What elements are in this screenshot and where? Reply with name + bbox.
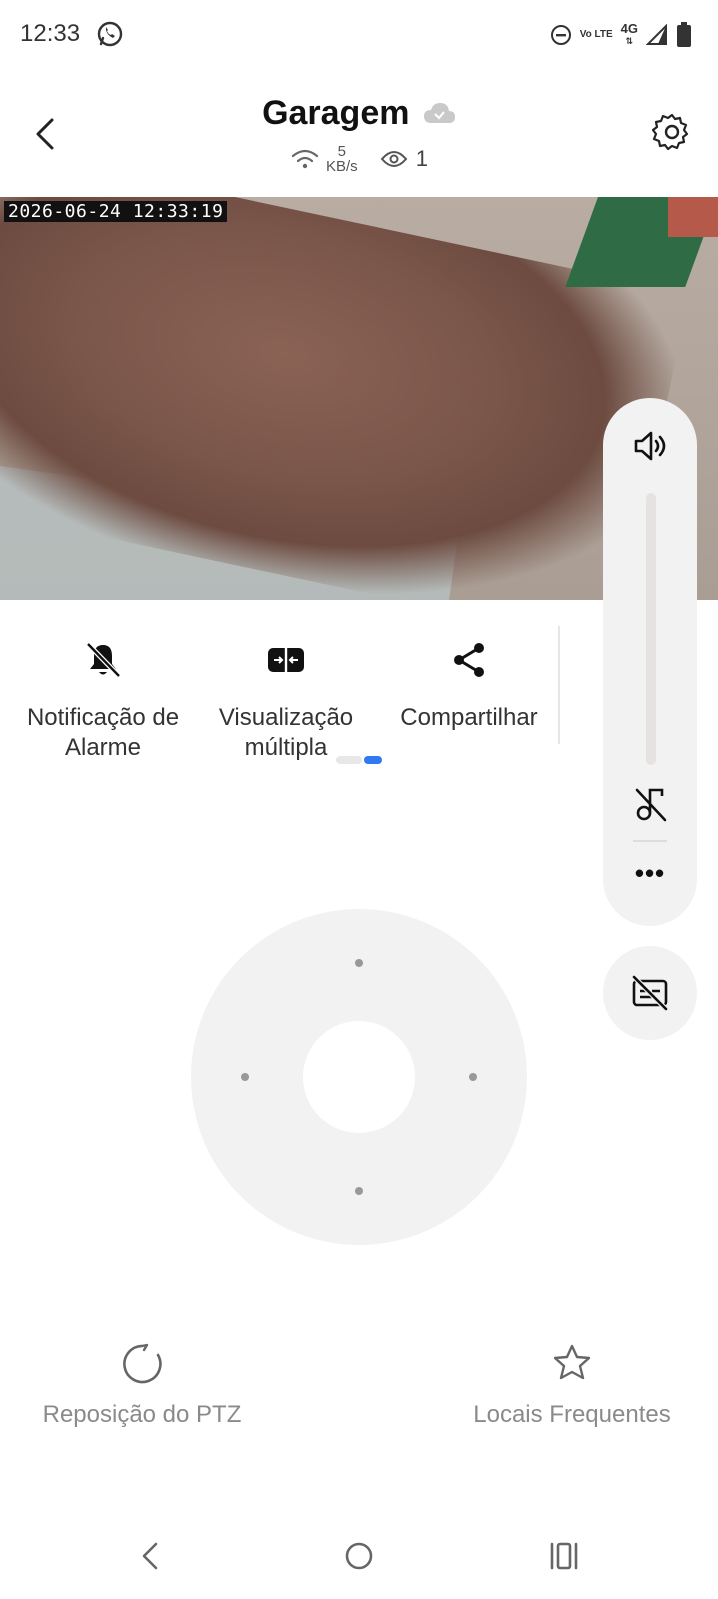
share-button[interactable]: Compartilhar <box>386 620 552 760</box>
action-divider <box>558 626 560 744</box>
nav-home-icon[interactable] <box>337 1534 381 1578</box>
stream-meta: 5 KB/s 1 <box>290 142 428 176</box>
whatsapp-icon <box>97 21 123 47</box>
camera-title: Garagem <box>262 94 410 132</box>
ptz-up-indicator <box>355 959 363 967</box>
alarm-notification-button[interactable]: Notificação de Alarme <box>8 620 198 760</box>
ptz-reset-label: Reposição do PTZ <box>42 1401 242 1428</box>
page-indicator-active <box>364 756 382 764</box>
signal-icon <box>646 24 667 45</box>
speaker-icon[interactable] <box>630 426 670 466</box>
ptz-left-indicator <box>241 1073 249 1081</box>
more-options-button[interactable]: ••• <box>627 858 673 888</box>
caption-toggle-button[interactable] <box>603 946 697 1040</box>
4g-icon: 4G ⇅ <box>620 21 638 46</box>
settings-gear-icon[interactable] <box>652 112 692 152</box>
video-timestamp: 2026-06-24 12:33:19 <box>4 201 228 222</box>
frequent-locations-label: Locais Frequentes <box>473 1401 671 1428</box>
split-view-icon <box>268 644 304 676</box>
volume-panel: ••• <box>603 398 697 926</box>
frequent-locations-button[interactable]: Locais Frequentes <box>462 1342 682 1429</box>
camera-title-group: Garagem <box>0 94 718 133</box>
nav-back-icon[interactable] <box>130 1534 174 1578</box>
nav-recents-icon[interactable] <box>542 1534 586 1578</box>
bell-off-icon <box>86 642 121 678</box>
cloud-check-icon[interactable] <box>422 101 456 127</box>
ptz-joystick-center[interactable] <box>303 1021 415 1133</box>
alarm-notification-label: Notificação de Alarme <box>26 704 180 760</box>
volume-slider[interactable] <box>646 493 656 765</box>
system-nav-bar <box>0 1520 718 1599</box>
caption-off-icon <box>632 975 668 1011</box>
battery-icon <box>677 22 691 47</box>
bitrate: 5 KB/s <box>326 143 358 175</box>
status-time: 12:33 <box>20 20 81 47</box>
multi-view-button[interactable]: Visualização múltipla <box>206 620 366 760</box>
ptz-down-indicator <box>355 1187 363 1195</box>
wifi-icon <box>291 149 319 169</box>
ptz-right-indicator <box>469 1073 477 1081</box>
ptz-reset-button[interactable]: Reposição do PTZ <box>42 1342 242 1429</box>
status-bar: 12:33 Vo LTE 4G ⇅ <box>0 0 718 70</box>
page-indicator[interactable] <box>336 756 382 764</box>
multi-view-label: Visualização múltipla <box>218 704 354 760</box>
star-icon <box>553 1344 591 1380</box>
dnd-icon <box>550 25 571 45</box>
volte-icon: Vo LTE <box>579 29 613 40</box>
music-off-icon[interactable] <box>633 784 669 824</box>
ptz-joystick[interactable] <box>191 909 527 1245</box>
eye-icon <box>380 151 408 167</box>
reset-icon <box>123 1343 162 1384</box>
viewer-count: 1 <box>380 146 428 172</box>
share-label: Compartilhar <box>400 704 538 731</box>
action-row: Notificação de Alarme Visualização múlti… <box>0 620 560 760</box>
share-icon <box>454 643 484 677</box>
